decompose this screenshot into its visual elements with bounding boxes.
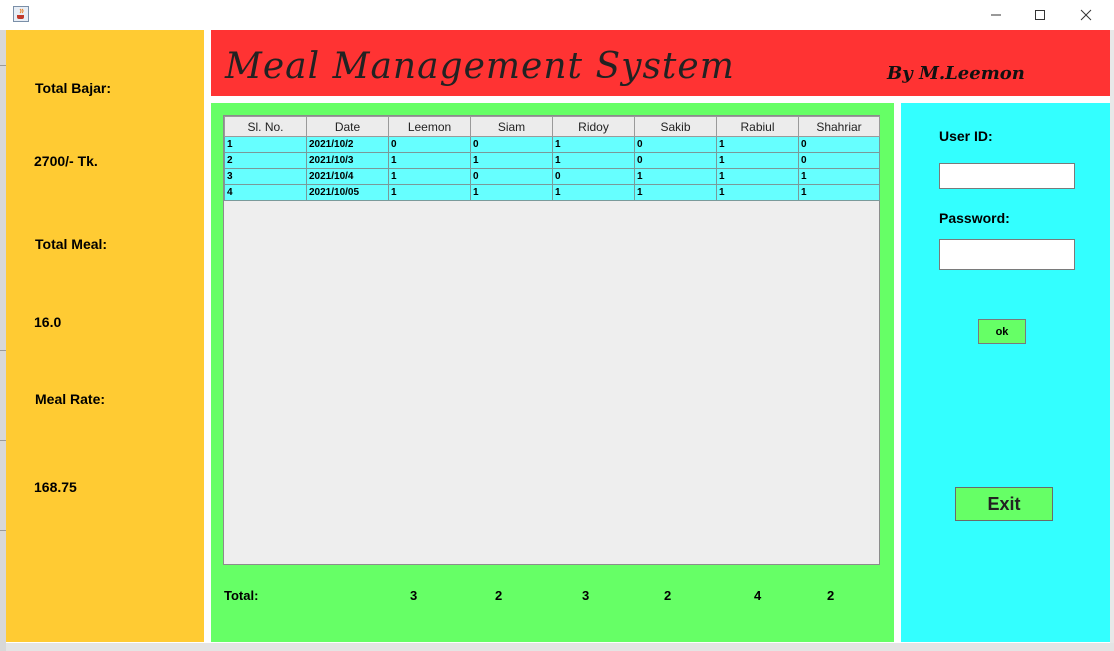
- close-button[interactable]: [1063, 0, 1109, 30]
- meal-rate-value: 168.75: [34, 479, 77, 495]
- column-header-sl-no[interactable]: Sl. No.: [224, 116, 307, 137]
- total-meal-label: Total Meal:: [35, 236, 108, 252]
- table-cell[interactable]: 0: [388, 136, 471, 153]
- table-cell[interactable]: 0: [634, 152, 717, 169]
- user-id-label: User ID:: [939, 128, 993, 144]
- table-cell[interactable]: 0: [552, 168, 635, 185]
- table-cell[interactable]: 1: [470, 184, 553, 201]
- table-cell[interactable]: 1: [470, 152, 553, 169]
- table-cell[interactable]: 1: [798, 184, 880, 201]
- background-taskbar-edge: [6, 643, 1114, 651]
- table-cell[interactable]: 0: [798, 136, 880, 153]
- total-siam: 2: [495, 588, 503, 603]
- table-cell[interactable]: 1: [552, 184, 635, 201]
- title-bar[interactable]: [0, 0, 1114, 30]
- table-cell[interactable]: 2021/10/3: [306, 152, 389, 169]
- table-row[interactable]: 4 2021/10/05 1 1 1 1 1 1: [224, 184, 880, 201]
- table-cell[interactable]: 1: [224, 136, 307, 153]
- table-cell[interactable]: 1: [716, 152, 799, 169]
- table-cell[interactable]: 1: [716, 184, 799, 201]
- close-icon: [1080, 9, 1092, 21]
- table-cell[interactable]: 1: [634, 168, 717, 185]
- column-header-siam[interactable]: Siam: [470, 116, 553, 137]
- table-cell[interactable]: 1: [388, 152, 471, 169]
- column-header-shahriar[interactable]: Shahriar: [798, 116, 880, 137]
- password-label: Password:: [939, 210, 1010, 226]
- maximize-icon: [1035, 10, 1045, 20]
- table-cell[interactable]: 1: [798, 168, 880, 185]
- minimize-icon: [991, 14, 1001, 16]
- table-cell[interactable]: 1: [552, 152, 635, 169]
- total-rabiul: 4: [754, 588, 762, 603]
- table-row[interactable]: 2 2021/10/3 1 1 1 0 1 0: [224, 152, 880, 169]
- table-cell[interactable]: 1: [388, 168, 471, 185]
- app-title: Meal Management System: [225, 46, 735, 87]
- total-leemon: 3: [410, 588, 418, 603]
- total-ridoy: 3: [582, 588, 590, 603]
- total-meal-value: 16.0: [34, 314, 62, 330]
- minimize-button[interactable]: [973, 0, 1019, 30]
- total-sakib: 2: [664, 588, 672, 603]
- ok-button[interactable]: ok: [978, 319, 1026, 344]
- exit-button[interactable]: Exit: [955, 487, 1053, 521]
- table-row[interactable]: 3 2021/10/4 1 0 0 1 1 1: [224, 168, 880, 185]
- table-cell[interactable]: 0: [798, 152, 880, 169]
- table-cell[interactable]: 0: [470, 168, 553, 185]
- total-bajar-value: 2700/- Tk.: [34, 153, 98, 169]
- table-cell[interactable]: 2021/10/2: [306, 136, 389, 153]
- table-cell[interactable]: 0: [470, 136, 553, 153]
- column-header-ridoy[interactable]: Ridoy: [552, 116, 635, 137]
- table-cell[interactable]: 2021/10/4: [306, 168, 389, 185]
- column-header-sakib[interactable]: Sakib: [634, 116, 717, 137]
- java-cup-icon: [13, 6, 29, 22]
- author-credit: By M.Leemon: [887, 63, 1025, 84]
- table-cell[interactable]: 3: [224, 168, 307, 185]
- table-cell[interactable]: 1: [716, 136, 799, 153]
- table-cell[interactable]: 4: [224, 184, 307, 201]
- header-banner: Meal Management System By M.Leemon: [211, 30, 1110, 96]
- meal-rate-label: Meal Rate:: [35, 391, 106, 407]
- column-header-rabiul[interactable]: Rabiul: [716, 116, 799, 137]
- total-bajar-label: Total Bajar:: [35, 80, 111, 96]
- user-id-input[interactable]: [939, 163, 1075, 189]
- table-cell[interactable]: 1: [552, 136, 635, 153]
- meal-table-scrollpane[interactable]: Sl. No. Date Leemon Siam Ridoy Sakib Rab…: [223, 115, 880, 565]
- password-input[interactable]: [939, 239, 1075, 270]
- column-header-date[interactable]: Date: [306, 116, 389, 137]
- table-cell[interactable]: 1: [388, 184, 471, 201]
- table-header-row: Sl. No. Date Leemon Siam Ridoy Sakib Rab…: [224, 116, 880, 137]
- table-cell[interactable]: 2021/10/05: [306, 184, 389, 201]
- column-header-leemon[interactable]: Leemon: [388, 116, 471, 137]
- table-cell[interactable]: 2: [224, 152, 307, 169]
- table-cell[interactable]: 0: [634, 136, 717, 153]
- meal-table[interactable]: Sl. No. Date Leemon Siam Ridoy Sakib Rab…: [224, 116, 880, 201]
- window-edge: [1110, 30, 1114, 643]
- total-shahriar: 2: [827, 588, 835, 603]
- maximize-button[interactable]: [1017, 0, 1063, 30]
- table-cell[interactable]: 1: [716, 168, 799, 185]
- table-cell[interactable]: 1: [634, 184, 717, 201]
- summary-panel: [6, 30, 204, 642]
- table-row[interactable]: 1 2021/10/2 0 0 1 0 1 0: [224, 136, 880, 153]
- totals-label: Total:: [224, 588, 259, 603]
